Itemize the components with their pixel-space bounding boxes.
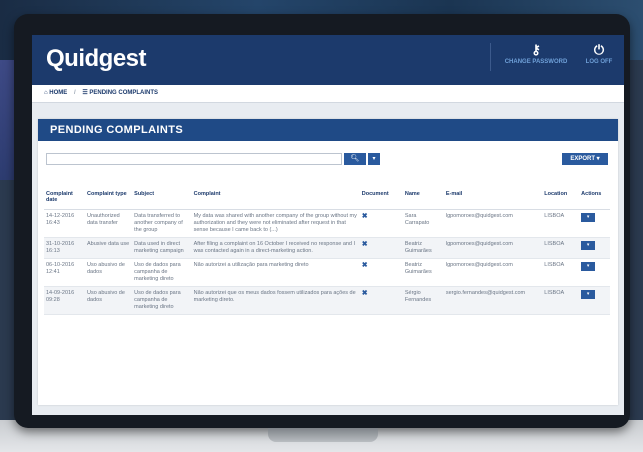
cell-date: 06-10-2016 12:41 xyxy=(44,258,85,287)
cell-name: Sérgio Fernandes xyxy=(402,286,444,315)
cell-complaint: Não autorizei que os meus dados fossem u… xyxy=(191,286,360,315)
cell-document[interactable]: ✖ xyxy=(359,286,403,315)
complaints-panel: PENDING COMPLAINTS 🔍︎ ▾ EXPORT ▾ Complai… xyxy=(38,119,618,405)
cell-location: LISBOA xyxy=(542,209,580,238)
cell-subject: Uso de dados para campanha de marketing … xyxy=(132,286,192,315)
breadcrumb-home[interactable]: ⌂ HOME xyxy=(44,85,67,102)
cell-subject: Uso de dados para campanha de marketing … xyxy=(132,258,192,287)
home-icon: ⌂ xyxy=(44,90,48,96)
log-off-label: LOG OFF xyxy=(585,59,613,65)
table-row[interactable]: 14-09-2016 09:28 Uso abusivo de dados Us… xyxy=(44,286,610,315)
cell-date: 14-12-2016 16:43 xyxy=(44,209,85,238)
key-icon: ⚷ xyxy=(531,42,541,57)
cell-location: LISBOA xyxy=(542,286,580,315)
chevron-down-icon: ▾ xyxy=(596,156,600,162)
chevron-down-icon: ▾ xyxy=(586,263,590,269)
logout-icon: ⏻ xyxy=(593,42,605,57)
cell-location: LISBOA xyxy=(542,237,580,259)
column-header[interactable]: Subject xyxy=(132,189,192,210)
column-header[interactable]: E-mail xyxy=(443,189,543,210)
table-row[interactable]: 31-10-2016 16:13 Abusive data use Data u… xyxy=(44,237,610,259)
chevron-down-icon: ▾ xyxy=(586,214,590,220)
cell-complaint: After filing a complaint on 16 October I… xyxy=(191,237,360,259)
row-actions-button[interactable]: ▾ xyxy=(581,213,596,222)
column-header[interactable]: Name xyxy=(402,189,444,210)
cell-email: lgpomoroes@quidgest.com xyxy=(443,258,543,287)
cell-document[interactable]: ✖ xyxy=(359,258,403,287)
cell-email: lgpomoroes@quidgest.com xyxy=(443,209,543,238)
chevron-down-icon: ▾ xyxy=(372,156,376,162)
row-actions-button[interactable]: ▾ xyxy=(581,262,596,271)
cell-email: lgpomoroes@quidgest.com xyxy=(443,237,543,259)
cell-location: LISBOA xyxy=(542,258,580,287)
cell-actions: ▾ xyxy=(579,286,610,315)
cell-actions: ▾ xyxy=(579,237,610,259)
column-header[interactable]: Complaint type xyxy=(85,189,133,210)
laptop-hinge xyxy=(268,428,378,442)
cell-actions: ▾ xyxy=(579,258,610,287)
search-options-dropdown[interactable]: ▾ xyxy=(368,153,380,165)
column-header[interactable]: Location xyxy=(542,189,580,210)
cell-email: sergio.fernandes@quidgest.com xyxy=(443,286,543,315)
search-button[interactable]: 🔍︎ xyxy=(344,153,366,165)
cell-date: 14-09-2016 09:28 xyxy=(44,286,85,315)
cell-document[interactable]: ✖ xyxy=(359,237,403,259)
column-header[interactable]: Actions xyxy=(579,189,610,210)
app-logo[interactable]: Quidgest xyxy=(46,45,147,73)
cell-type: Unauthorized data transfer xyxy=(85,209,133,238)
chevron-down-icon: ▾ xyxy=(586,291,590,297)
cell-complaint: Não autorizei a utilização para marketin… xyxy=(191,258,360,287)
app-screen: Quidgest ⚷ CHANGE PASSWORD ⏻ LOG OFF ⌂ H… xyxy=(32,35,624,415)
row-actions-button[interactable]: ▾ xyxy=(581,290,596,299)
cell-complaint: My data was shared with another company … xyxy=(191,209,360,238)
header-separator xyxy=(490,43,491,71)
row-actions-button[interactable]: ▾ xyxy=(581,241,596,250)
breadcrumb-current[interactable]: ☰ PENDING COMPLAINTS xyxy=(82,85,158,102)
cell-type: Abusive data use xyxy=(85,237,133,259)
cell-name: Sara Carrapato xyxy=(402,209,444,238)
chevron-down-icon: ▾ xyxy=(586,242,590,248)
cell-actions: ▾ xyxy=(579,209,610,238)
app-header: Quidgest ⚷ CHANGE PASSWORD ⏻ LOG OFF xyxy=(32,35,624,85)
column-header[interactable]: Complaint xyxy=(191,189,360,210)
complaints-table: Complaint date Complaint type Subject Co… xyxy=(44,189,610,315)
change-password-button[interactable]: ⚷ CHANGE PASSWORD xyxy=(500,41,572,65)
breadcrumb-separator: / xyxy=(73,90,76,96)
log-off-button[interactable]: ⏻ LOG OFF xyxy=(580,41,618,65)
search-input[interactable] xyxy=(46,153,342,165)
cell-name: Beatriz Guimarães xyxy=(402,237,444,259)
cell-date: 31-10-2016 16:13 xyxy=(44,237,85,259)
table-header-row: Complaint date Complaint type Subject Co… xyxy=(44,189,610,210)
panel-title: PENDING COMPLAINTS xyxy=(38,119,618,141)
cell-name: Beatriz Guimarães xyxy=(402,258,444,287)
document-icon[interactable]: ✖ xyxy=(362,241,368,248)
change-password-label: CHANGE PASSWORD xyxy=(504,59,568,65)
table-row[interactable]: 06-10-2016 12:41 Uso abusivo de dados Us… xyxy=(44,258,610,287)
export-button[interactable]: EXPORT ▾ xyxy=(562,153,608,165)
list-icon: ☰ xyxy=(82,90,88,96)
document-icon[interactable]: ✖ xyxy=(362,262,368,269)
table-row[interactable]: 14-12-2016 16:43 Unauthorized data trans… xyxy=(44,209,610,238)
column-header[interactable]: Document xyxy=(359,189,403,210)
document-icon[interactable]: ✖ xyxy=(362,213,368,220)
cell-type: Uso abusivo de dados xyxy=(85,258,133,287)
column-header[interactable]: Complaint date xyxy=(44,189,85,210)
breadcrumb: ⌂ HOME / ☰ PENDING COMPLAINTS xyxy=(32,85,624,103)
cell-subject: Data transferred to another company of t… xyxy=(132,209,192,238)
search-icon: 🔍︎ xyxy=(350,155,360,162)
cell-type: Uso abusivo de dados xyxy=(85,286,133,315)
document-icon[interactable]: ✖ xyxy=(362,290,368,297)
cell-subject: Data used in direct marketing campaign xyxy=(132,237,192,259)
cell-document[interactable]: ✖ xyxy=(359,209,403,238)
